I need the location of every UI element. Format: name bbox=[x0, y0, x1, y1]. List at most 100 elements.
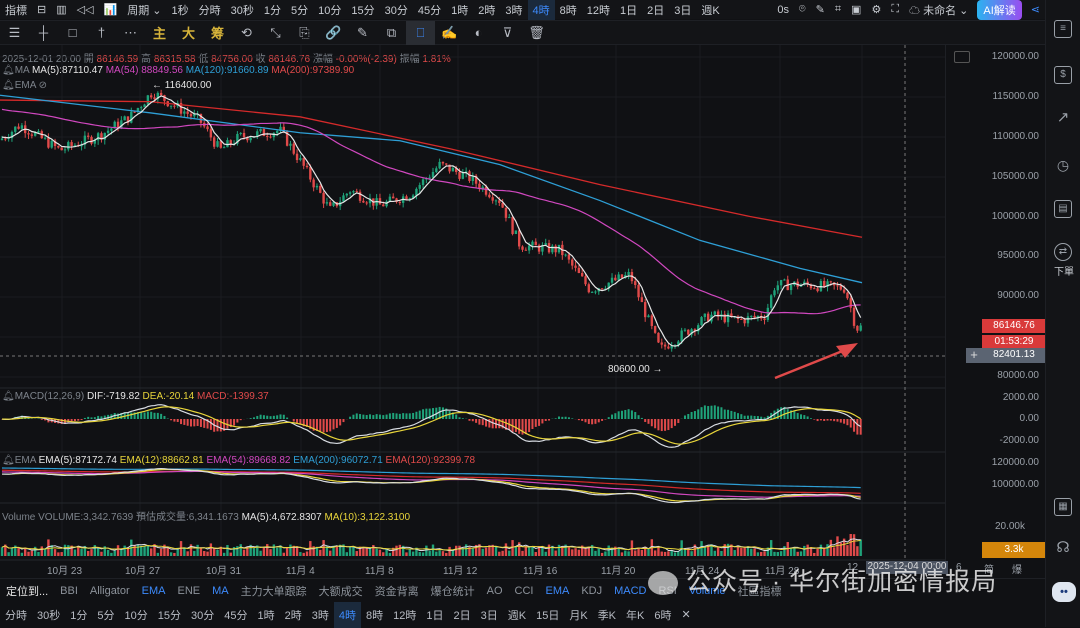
draw-tool-2-icon[interactable]: □ bbox=[58, 25, 87, 40]
indicator-KDJ[interactable]: KDJ bbox=[575, 585, 608, 597]
clock-icon[interactable]: ◷ bbox=[1054, 158, 1072, 176]
timeframe-24[interactable]: 週K bbox=[696, 2, 724, 18]
timeframe-1[interactable]: ⊟ bbox=[32, 3, 51, 16]
indicator-ENE[interactable]: ENE bbox=[172, 585, 207, 597]
tool-2-icon[interactable]: ⎘ bbox=[290, 25, 319, 41]
timeframe-23[interactable]: 3日 bbox=[669, 2, 696, 18]
timeframe-15[interactable]: 1時 bbox=[446, 2, 473, 18]
timeframe-option-17[interactable]: 週K bbox=[503, 607, 531, 623]
layers-icon[interactable]: ▤ bbox=[1054, 200, 1072, 218]
timeframe-option-1[interactable]: 30秒 bbox=[32, 607, 65, 623]
ai-interpret-button[interactable]: AI解读 bbox=[977, 0, 1021, 20]
timeframe-option-21[interactable]: 年K bbox=[621, 607, 649, 623]
chart-canvas[interactable] bbox=[0, 45, 945, 575]
tool-1-icon[interactable]: ⤡ bbox=[261, 25, 290, 41]
indicator-shortcut-1[interactable]: 大 bbox=[174, 23, 203, 42]
timeframe-0[interactable]: 指標 bbox=[0, 2, 32, 18]
fullscreen-icon[interactable]: ⛶ bbox=[886, 3, 904, 16]
timeframe-option-22[interactable]: 6時 bbox=[649, 607, 676, 623]
indicator-MA[interactable]: MA bbox=[206, 585, 235, 597]
indicator-资金背离[interactable]: 资金背离 bbox=[369, 583, 425, 599]
timeframe-option-4[interactable]: 10分 bbox=[120, 607, 153, 623]
dollar-icon[interactable]: $ bbox=[1054, 66, 1072, 84]
indicator-MACD[interactable]: MACD bbox=[608, 585, 652, 597]
tool-8-icon[interactable]: ◐ bbox=[464, 25, 493, 40]
timeframe-option-10[interactable]: 3時 bbox=[307, 607, 334, 623]
draw-tool-0-icon[interactable]: ☰ bbox=[0, 25, 29, 41]
indicator-shortcut-0[interactable]: 主 bbox=[145, 23, 174, 42]
timeframe-2[interactable]: ▥ bbox=[51, 3, 71, 16]
timeframe-14[interactable]: 45分 bbox=[413, 2, 446, 18]
draw-tool-3-icon[interactable]: † bbox=[87, 25, 116, 40]
timeframe-option-0[interactable]: 分時 bbox=[0, 607, 32, 623]
indicator-Alligator[interactable]: Alligator bbox=[84, 585, 136, 597]
timeframe-3[interactable]: ◁◁ bbox=[72, 3, 99, 16]
timeframe-11[interactable]: 10分 bbox=[313, 2, 346, 18]
timeframe-5[interactable]: 周期 ⌄ bbox=[122, 2, 166, 18]
timeframe-option-13[interactable]: 12時 bbox=[388, 607, 421, 623]
timeframe-option-18[interactable]: 15日 bbox=[531, 607, 564, 623]
indicator-大额成交[interactable]: 大额成交 bbox=[313, 583, 369, 599]
timeframe-option-9[interactable]: 2時 bbox=[280, 607, 307, 623]
draw-tool-1-icon[interactable]: ┼ bbox=[29, 25, 58, 40]
timeframe-option-2[interactable]: 1分 bbox=[65, 607, 92, 623]
liquidation-toggle[interactable]: 爆 bbox=[1012, 561, 1022, 576]
timeframe-9[interactable]: 1分 bbox=[259, 2, 286, 18]
timeframe-19[interactable]: 8時 bbox=[555, 2, 582, 18]
timeframe-option-8[interactable]: 1時 bbox=[253, 607, 280, 623]
timeframe-8[interactable]: 30秒 bbox=[226, 2, 259, 18]
timeframe-7[interactable]: 分時 bbox=[194, 2, 226, 18]
timeframe-option-15[interactable]: 2日 bbox=[449, 607, 476, 623]
timeframe-option-7[interactable]: 45分 bbox=[219, 607, 252, 623]
timeframe-option-14[interactable]: 1日 bbox=[421, 607, 448, 623]
add-frame-icon[interactable]: ⌗ bbox=[830, 3, 846, 16]
indicator-爆仓统计[interactable]: 爆仓统计 bbox=[425, 583, 481, 599]
timeframe-22[interactable]: 2日 bbox=[642, 2, 669, 18]
indicator-CCI[interactable]: CCI bbox=[509, 585, 540, 597]
indicator-AO[interactable]: AO bbox=[481, 585, 509, 597]
layout-icon[interactable]: ▦ bbox=[1054, 498, 1072, 516]
tool-9-icon[interactable]: ⊽ bbox=[493, 25, 522, 41]
cloud-icon[interactable]: ☁ 未命名 ⌄ bbox=[904, 2, 973, 18]
share-icon[interactable]: ⋖ bbox=[1026, 3, 1045, 16]
timeframe-16[interactable]: 2時 bbox=[473, 2, 500, 18]
timeframe-option-6[interactable]: 30分 bbox=[186, 607, 219, 623]
timeframe-13[interactable]: 30分 bbox=[380, 2, 413, 18]
fullscreen-icon[interactable] bbox=[954, 51, 970, 63]
pencil-icon[interactable]: ✎ bbox=[811, 3, 830, 16]
tool-5-icon[interactable]: ⧉ bbox=[377, 25, 406, 41]
settings-icon[interactable]: ⚙ bbox=[866, 3, 886, 16]
timeframe-20[interactable]: 12時 bbox=[582, 2, 615, 18]
robot-assistant-icon[interactable]: •• bbox=[1052, 582, 1076, 602]
indicator-shortcut-2[interactable]: 筹 bbox=[203, 23, 232, 42]
draw-tool-4-icon[interactable]: ⋯ bbox=[116, 25, 145, 41]
locate-button[interactable]: 定位到... bbox=[0, 583, 54, 599]
indicator-EMA[interactable]: EMA bbox=[136, 585, 172, 597]
tool-6-icon[interactable]: ⎕ bbox=[406, 21, 435, 45]
timeframe-option-12[interactable]: 8時 bbox=[361, 607, 388, 623]
tool-4-icon[interactable]: ✎ bbox=[348, 25, 377, 41]
camera-icon[interactable]: ⌾ bbox=[794, 3, 811, 16]
timeframe-6[interactable]: 1秒 bbox=[167, 2, 194, 18]
timeframe-option-3[interactable]: 5分 bbox=[92, 607, 119, 623]
timeframe-option-19[interactable]: 月K bbox=[564, 607, 592, 623]
headset-icon[interactable]: ☊ bbox=[1054, 540, 1072, 558]
add-alert-icon[interactable]: + bbox=[966, 348, 982, 363]
timeframe-option-11[interactable]: 4時 bbox=[334, 602, 361, 628]
timeframe-12[interactable]: 15分 bbox=[346, 2, 379, 18]
order-icon[interactable]: ⇄ bbox=[1054, 243, 1072, 261]
tool-10-icon[interactable]: 🗑 bbox=[522, 25, 551, 41]
trend-icon[interactable]: ↗ bbox=[1054, 110, 1072, 128]
order-button[interactable]: 下單 bbox=[1054, 263, 1074, 278]
notes-icon[interactable]: ≡ bbox=[1054, 20, 1072, 38]
timeframe-21[interactable]: 1日 bbox=[615, 2, 642, 18]
tool-3-icon[interactable]: 🔗 bbox=[319, 25, 348, 41]
timeframe-option-20[interactable]: 季K bbox=[593, 607, 621, 623]
timeframe-18[interactable]: 4時 bbox=[528, 0, 555, 21]
timeframe-option-23[interactable]: ✕ bbox=[677, 608, 696, 621]
bell-icon[interactable]: 🔔︎ bbox=[2, 391, 15, 402]
indicator-主力大单跟踪[interactable]: 主力大单跟踪 bbox=[235, 583, 313, 599]
indicator-EMA[interactable]: EMA bbox=[539, 585, 575, 597]
price-axis[interactable]: 120000.00 115000.00 110000.00 105000.00 … bbox=[945, 45, 1045, 575]
tool-7-icon[interactable]: ✍ bbox=[435, 25, 464, 41]
